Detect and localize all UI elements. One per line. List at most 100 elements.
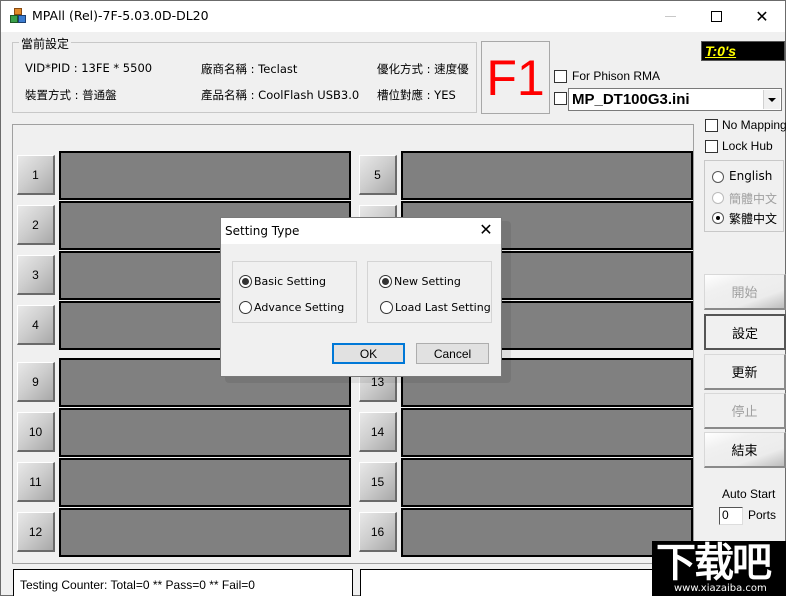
update-button[interactable]: 更新 bbox=[704, 354, 786, 390]
setting-type-dialog: Setting Type ✕ Basic Setting Advance Set… bbox=[220, 217, 502, 377]
slot-number: 12 bbox=[28, 524, 43, 539]
slot-number: 2 bbox=[32, 217, 39, 232]
stop-button-label: 停止 bbox=[731, 405, 758, 420]
dialog-title: Setting Type bbox=[225, 224, 300, 238]
no-mapping-checkbox[interactable] bbox=[705, 119, 718, 132]
start-button[interactable]: 開始 bbox=[704, 274, 786, 310]
slot-status-bar-12 bbox=[59, 508, 351, 557]
slot-button-15[interactable]: 15 bbox=[359, 462, 397, 502]
slot-status-bar-5 bbox=[401, 151, 693, 200]
load-last-setting-radio[interactable] bbox=[380, 301, 393, 314]
slot-button-9[interactable]: 9 bbox=[17, 362, 55, 402]
end-button-label: 結束 bbox=[731, 444, 758, 459]
setting-mode-group: Basic Setting Advance Setting bbox=[232, 261, 357, 323]
slot-status-bar-10 bbox=[59, 408, 351, 457]
window-title: MPAll (Rel)-7F-5.03.0D-DL20 bbox=[32, 8, 209, 23]
testing-counter-panel: Testing Counter: Total=0 ** Pass=0 ** Fa… bbox=[13, 569, 353, 596]
status-message-panel bbox=[360, 569, 700, 596]
end-button[interactable]: 結束 bbox=[704, 432, 786, 468]
testing-counter-text: Testing Counter: Total=0 ** Pass=0 ** Fa… bbox=[20, 578, 255, 592]
device-mode-info: 裝置方式 : 普通盤 bbox=[25, 88, 117, 102]
dialog-close-button[interactable]: ✕ bbox=[477, 221, 495, 239]
slot-button-2[interactable]: 2 bbox=[17, 205, 55, 245]
current-settings-legend: 當前設定 bbox=[19, 35, 72, 52]
slot-number: 16 bbox=[370, 524, 385, 539]
optimize-info: 優化方式 : 速度優 bbox=[377, 62, 469, 76]
combo-dropdown-button[interactable] bbox=[763, 90, 780, 109]
lock-hub-label: Lock Hub bbox=[722, 139, 773, 153]
language-label-simplified-chinese: 簡體中文 bbox=[729, 192, 778, 206]
slot-status-bar-1 bbox=[59, 151, 351, 200]
slot-status-bar-11 bbox=[59, 458, 351, 507]
new-setting-label: New Setting bbox=[394, 275, 461, 288]
f1-label: F1 bbox=[486, 49, 545, 106]
cancel-button[interactable]: Cancel bbox=[416, 343, 489, 364]
ports-value: 0 bbox=[722, 508, 729, 522]
slot-number: 14 bbox=[370, 424, 385, 439]
auto-start-label: Auto Start bbox=[722, 487, 776, 501]
watermark-url: www.xiazaiba.com bbox=[674, 583, 767, 594]
slot-number: 5 bbox=[374, 167, 381, 182]
slot-button-1[interactable]: 1 bbox=[17, 155, 55, 195]
timer-text: T:0's bbox=[705, 43, 737, 59]
watermark-title: 下载吧 bbox=[656, 540, 772, 586]
slot-number: 3 bbox=[32, 267, 39, 282]
new-setting-radio[interactable] bbox=[379, 275, 392, 288]
lock-hub-checkbox[interactable] bbox=[705, 140, 718, 153]
minimize-icon bbox=[664, 16, 676, 17]
slot-number: 1 bbox=[32, 167, 39, 182]
product-info: 產品名稱 : CoolFlash USB3.0 bbox=[201, 88, 360, 102]
language-radio-traditional-chinese[interactable] bbox=[712, 212, 724, 224]
ok-button-label: OK bbox=[359, 346, 378, 361]
maximize-icon bbox=[710, 11, 722, 22]
cancel-button-label: Cancel bbox=[433, 346, 472, 361]
load-last-setting-label: Load Last Setting bbox=[395, 301, 491, 314]
basic-setting-label: Basic Setting bbox=[254, 275, 327, 288]
settings-button[interactable]: 設定 bbox=[704, 314, 786, 350]
language-radio-simplified-chinese[interactable] bbox=[712, 192, 724, 204]
slot-button-5[interactable]: 5 bbox=[359, 155, 397, 195]
dialog-title-bar: Setting Type ✕ bbox=[221, 218, 501, 244]
start-button-label: 開始 bbox=[731, 286, 758, 301]
auto-start-ports-input[interactable]: 0 bbox=[719, 507, 743, 525]
ini-file-value: MP_DT100G3.ini bbox=[572, 91, 690, 108]
slot-number: 10 bbox=[28, 424, 43, 439]
advance-setting-radio[interactable] bbox=[239, 301, 252, 314]
slot-number: 11 bbox=[29, 474, 42, 489]
language-group: English 簡體中文 繁體中文 bbox=[704, 160, 784, 232]
slot-status-bar-15 bbox=[401, 458, 693, 507]
slot-mapping-info: 槽位對應 : YES bbox=[377, 88, 456, 102]
slot-button-16[interactable]: 16 bbox=[359, 512, 397, 552]
slot-button-12[interactable]: 12 bbox=[17, 512, 55, 552]
ini-enable-checkbox[interactable] bbox=[554, 92, 567, 105]
f1-indicator: F1 bbox=[481, 41, 550, 114]
current-settings-group: 當前設定 VID*PID : 13FE * 5500 廠商名稱 : Teclas… bbox=[12, 35, 477, 113]
ini-file-combo[interactable]: MP_DT100G3.ini bbox=[568, 88, 782, 111]
slot-button-10[interactable]: 10 bbox=[17, 412, 55, 452]
vid-pid-info: VID*PID : 13FE * 5500 bbox=[25, 61, 153, 75]
language-label-traditional-chinese: 繁體中文 bbox=[729, 212, 778, 226]
close-icon: ✕ bbox=[755, 8, 769, 26]
slot-button-11[interactable]: 11 bbox=[17, 462, 55, 502]
basic-setting-radio[interactable] bbox=[239, 275, 252, 288]
slot-button-3[interactable]: 3 bbox=[17, 255, 55, 295]
ports-label: Ports bbox=[748, 508, 777, 522]
vendor-info: 廠商名稱 : Teclast bbox=[201, 62, 298, 76]
language-radio-english[interactable] bbox=[712, 171, 724, 183]
maximize-button[interactable] bbox=[693, 1, 739, 32]
app-blocks-icon bbox=[10, 8, 26, 24]
close-button[interactable]: ✕ bbox=[739, 1, 785, 32]
slot-status-bar-14 bbox=[401, 408, 693, 457]
stop-button[interactable]: 停止 bbox=[704, 393, 786, 429]
for-phison-rma-checkbox[interactable] bbox=[554, 70, 567, 83]
minimize-button[interactable] bbox=[647, 1, 693, 32]
watermark-logo: 下载吧 www.xiazaiba.com bbox=[652, 541, 786, 596]
language-label-english: English bbox=[729, 169, 773, 183]
slot-button-14[interactable]: 14 bbox=[359, 412, 397, 452]
setting-source-group: New Setting Load Last Setting bbox=[367, 261, 492, 323]
ok-button[interactable]: OK bbox=[332, 343, 405, 364]
chevron-down-icon bbox=[768, 97, 776, 102]
slot-button-4[interactable]: 4 bbox=[17, 305, 55, 345]
close-icon: ✕ bbox=[479, 222, 493, 239]
title-bar: MPAll (Rel)-7F-5.03.0D-DL20 ✕ bbox=[1, 1, 785, 32]
